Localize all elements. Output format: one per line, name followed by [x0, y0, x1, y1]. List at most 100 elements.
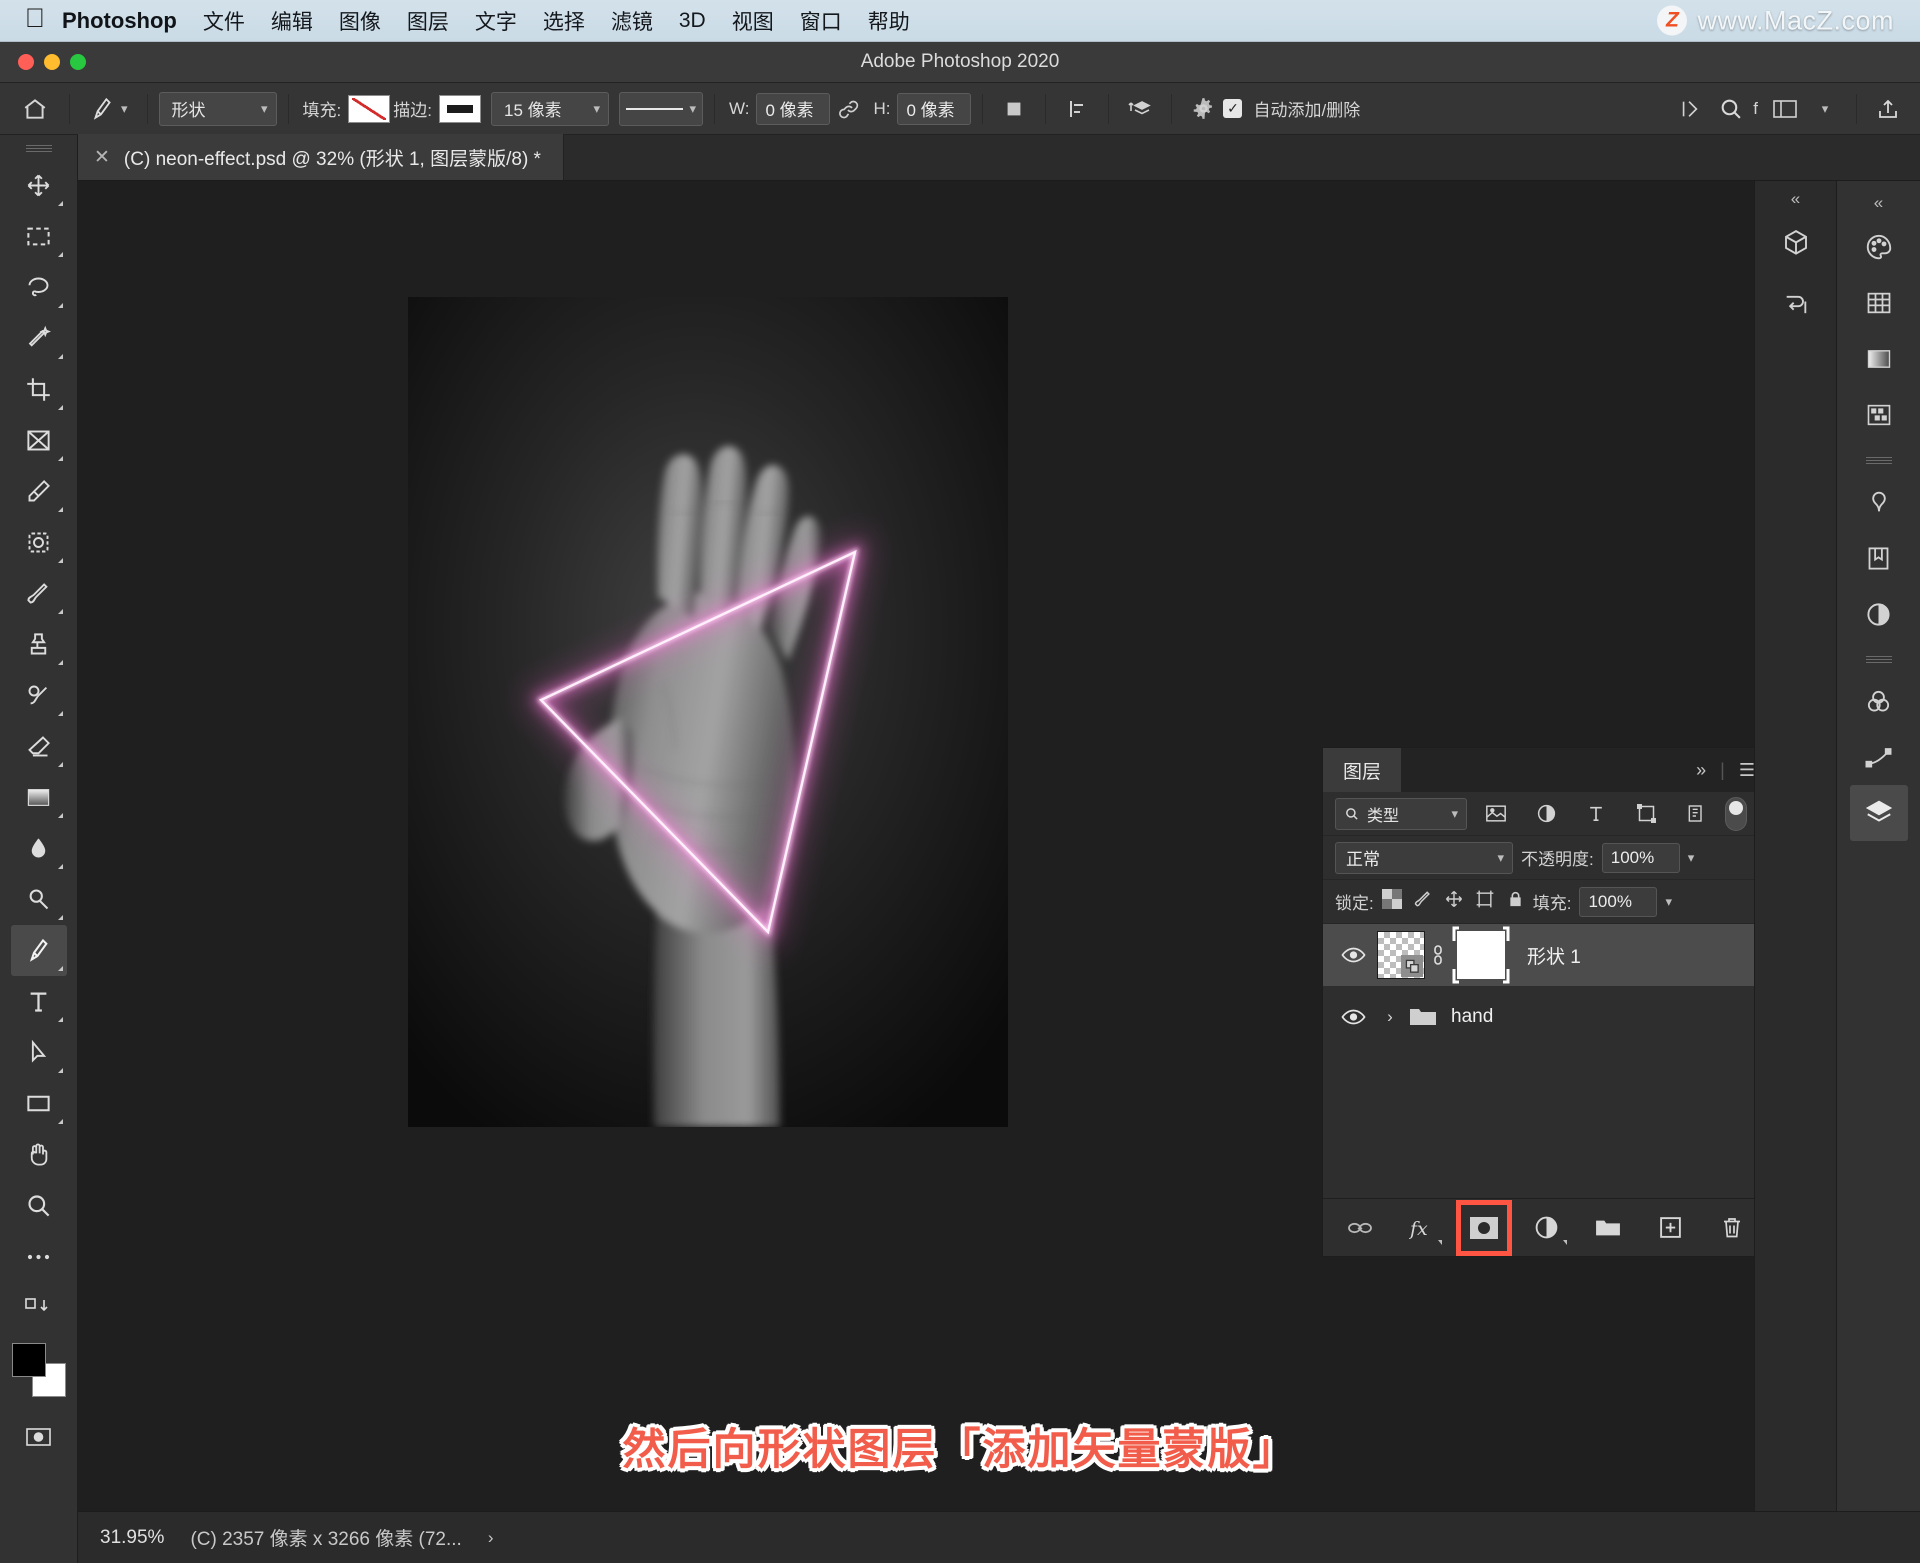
layer-name[interactable]: 形状 1 — [1527, 942, 1581, 969]
gear-icon[interactable] — [1183, 90, 1223, 128]
chevron-right-icon[interactable]: › — [1377, 1007, 1403, 1027]
width-input[interactable]: 0 像素 — [756, 92, 831, 125]
menu-item-layer[interactable]: 图层 — [407, 6, 449, 36]
document-canvas[interactable] — [408, 297, 1008, 1127]
channels-panel-icon[interactable] — [1850, 673, 1908, 729]
lock-position-icon[interactable] — [1444, 889, 1464, 914]
fill-input[interactable]: 100% — [1579, 886, 1658, 917]
stroke-width-select[interactable]: 15 像素 ▾ — [491, 91, 609, 126]
shape-filter-icon[interactable] — [1625, 798, 1667, 830]
link-icon[interactable] — [830, 90, 870, 128]
clone-stamp-tool[interactable] — [11, 619, 67, 670]
dodge-tool[interactable] — [11, 874, 67, 925]
rectangle-tool[interactable] — [11, 1078, 67, 1129]
new-group-button[interactable] — [1591, 1211, 1625, 1245]
brush-tool[interactable] — [11, 568, 67, 619]
chevron-down-icon[interactable]: ▾ — [1665, 894, 1672, 910]
eye-icon[interactable] — [1329, 946, 1377, 964]
add-layer-mask-button[interactable] — [1456, 1199, 1512, 1256]
apple-logo-icon[interactable]:  — [14, 5, 56, 32]
lock-image-icon[interactable] — [1413, 889, 1433, 914]
double-chevron-icon[interactable]: « — [1755, 181, 1836, 209]
foreground-color-swatch[interactable] — [11, 1343, 46, 1377]
new-layer-button[interactable] — [1653, 1211, 1687, 1245]
marquee-tool[interactable] — [11, 211, 67, 262]
document-tab[interactable]: ✕ (C) neon-effect.psd @ 32% (形状 1, 图层蒙版/… — [78, 134, 564, 180]
zoom-tool[interactable] — [11, 1180, 67, 1231]
menu-item-help[interactable]: 帮助 — [868, 6, 910, 36]
menu-item-file[interactable]: 文件 — [203, 6, 245, 36]
path-alignment-icon[interactable] — [1057, 90, 1097, 128]
3d-panel-icon[interactable] — [1767, 215, 1825, 271]
menu-item-type[interactable]: 文字 — [475, 6, 517, 36]
blur-tool[interactable] — [11, 823, 67, 874]
layer-thumbnail[interactable] — [1377, 931, 1425, 979]
vector-mask-thumbnail[interactable] — [1451, 925, 1511, 985]
mask-link-icon[interactable] — [1425, 942, 1451, 968]
share-icon[interactable] — [1868, 90, 1908, 128]
link-layers-button[interactable] — [1343, 1211, 1377, 1245]
smart-object-filter-icon[interactable] — [1675, 798, 1717, 830]
home-icon[interactable] — [12, 89, 58, 129]
path-selection-tool[interactable] — [11, 1027, 67, 1078]
auto-add-delete-checkbox[interactable]: ✓ 自动添加/删除 — [1223, 96, 1367, 121]
double-chevron-icon[interactable]: « — [1874, 193, 1883, 213]
quick-select-tool[interactable] — [11, 313, 67, 364]
workspace-icon[interactable] — [1765, 90, 1805, 128]
path-operations-icon[interactable] — [994, 90, 1034, 128]
double-chevron-icon[interactable]: » — [1696, 760, 1706, 781]
chevron-down-icon[interactable]: ▾ — [1688, 850, 1695, 866]
history-brush-tool[interactable] — [11, 670, 67, 721]
filter-toggle[interactable] — [1725, 796, 1747, 831]
tab-layers[interactable]: 图层 — [1323, 748, 1402, 792]
menu-item-window[interactable]: 窗口 — [800, 6, 842, 36]
blend-mode-select[interactable]: 正常 ▾ — [1335, 841, 1513, 874]
pixel-filter-icon[interactable] — [1475, 798, 1517, 830]
stroke-style-select[interactable]: ▾ — [619, 91, 703, 126]
spot-healing-tool[interactable] — [11, 517, 67, 568]
layer-name[interactable]: hand — [1451, 1006, 1493, 1028]
eyedropper-tool[interactable] — [11, 466, 67, 517]
eraser-tool[interactable] — [11, 721, 67, 772]
opacity-input[interactable]: 100% — [1601, 842, 1680, 873]
close-icon[interactable]: ✕ — [94, 146, 110, 169]
layers-panel-icon[interactable] — [1849, 785, 1908, 841]
color-panel-icon[interactable] — [1850, 219, 1908, 275]
paths-panel-icon[interactable] — [1850, 729, 1908, 785]
lock-transparent-icon[interactable] — [1381, 889, 1402, 914]
stroke-swatch[interactable] — [439, 94, 481, 123]
path-arrangement-icon[interactable] — [1120, 90, 1160, 128]
hand-tool[interactable] — [11, 1129, 67, 1180]
mask-icon[interactable] — [1670, 90, 1710, 128]
type-filter-icon[interactable] — [1575, 798, 1617, 830]
pen-tool[interactable] — [10, 925, 67, 976]
foreground-background-color[interactable] — [11, 1343, 66, 1397]
panel-menu-icon[interactable]: ☰ — [1739, 760, 1755, 781]
lock-all-icon[interactable] — [1506, 889, 1525, 914]
menu-item-view[interactable]: 视图 — [732, 6, 774, 36]
type-tool[interactable] — [11, 976, 67, 1027]
more-tools-button[interactable] — [11, 1231, 67, 1282]
panel-grip[interactable] — [25, 145, 52, 152]
edit-toolbar-button[interactable] — [11, 1282, 67, 1333]
adjustments-panel-icon[interactable] — [1850, 474, 1908, 530]
layer-style-button[interactable]: fx — [1405, 1211, 1442, 1245]
menu-item-image[interactable]: 图像 — [339, 6, 381, 36]
adjustment-filter-icon[interactable] — [1525, 798, 1567, 830]
lock-artboard-icon[interactable] — [1475, 889, 1495, 914]
gradient-tool[interactable] — [11, 772, 67, 823]
delete-layer-button[interactable] — [1715, 1211, 1749, 1245]
layer-row-hand[interactable]: › hand — [1323, 986, 1769, 1048]
chevron-right-icon[interactable]: › — [488, 1528, 494, 1548]
libraries-panel-icon[interactable] — [1850, 530, 1908, 586]
layer-row-shape-1[interactable]: 形状 1 — [1323, 924, 1769, 986]
zoom-level[interactable]: 31.95% — [100, 1527, 164, 1549]
menu-app-name[interactable]: Photoshop — [62, 8, 177, 34]
chevron-down-icon[interactable]: ▾ — [1805, 90, 1845, 128]
move-tool[interactable] — [11, 160, 67, 211]
adjustment-layer-button[interactable] — [1529, 1211, 1567, 1245]
frame-tool[interactable] — [11, 415, 67, 466]
menu-item-edit[interactable]: 编辑 — [271, 6, 313, 36]
menu-item-select[interactable]: 选择 — [543, 6, 585, 36]
swatches-panel-icon[interactable] — [1850, 275, 1908, 331]
